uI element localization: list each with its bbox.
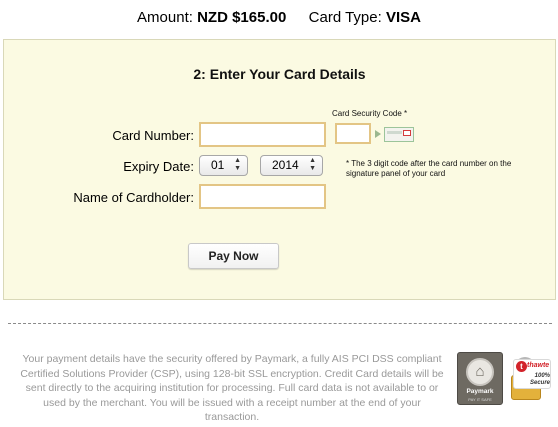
paymark-name: Paymark — [466, 388, 494, 395]
security-notice: Your payment details have the security o… — [20, 353, 444, 423]
card-security-code-label: Card Security Code * — [332, 109, 408, 118]
thawte-logo-icon: t — [516, 361, 527, 372]
card-type-value: VISA — [385, 9, 421, 26]
thawte-badge: t thawte 100% Secure — [513, 359, 551, 389]
paymark-tagline: PAY IT SAFE — [468, 397, 492, 402]
thawte-secure-text: 100% Secure — [529, 373, 550, 386]
amount-label: Amount: — [137, 9, 193, 26]
security-code-box — [403, 130, 411, 136]
card-security-code-input[interactable] — [335, 123, 371, 144]
amount-value: NZD $165.00 — [197, 9, 287, 26]
paymark-logo: ⌂ Paymark PAY IT SAFE — [457, 352, 503, 405]
dashed-divider — [8, 323, 552, 324]
csc-help-note: * The 3 digit code after the card number… — [346, 159, 512, 178]
card-back-icon — [384, 127, 414, 142]
up-down-chevron-icon: ▲ ▼ — [309, 157, 316, 172]
cardholder-name-input[interactable] — [199, 184, 326, 209]
card-number-input[interactable] — [199, 122, 326, 147]
panel-title: 2: Enter Your Card Details — [193, 66, 366, 82]
card-details-panel: 2: Enter Your Card Details Card Number: … — [3, 39, 556, 300]
card-type-label: Card Type: — [308, 9, 382, 26]
arrow-right-icon — [375, 130, 381, 138]
up-down-chevron-icon: ▲ ▼ — [234, 157, 241, 172]
expiry-month-value: 01 — [211, 158, 225, 172]
expiry-year-select[interactable]: 2014 ▲ ▼ — [260, 155, 323, 176]
expiry-year-value: 2014 — [272, 158, 299, 172]
cardholder-label: Name of Cardholder: — [73, 190, 194, 205]
expiry-month-select[interactable]: 01 ▲ ▼ — [199, 155, 248, 176]
payment-summary: Amount: NZD $165.00 Card Type: VISA — [0, 9, 558, 26]
paymark-lock-icon: ⌂ — [466, 358, 494, 386]
thawte-secure-seal: t thawte 100% Secure — [509, 357, 553, 403]
expiry-date-label: Expiry Date: — [123, 159, 194, 174]
card-number-label: Card Number: — [112, 128, 194, 143]
pay-now-button[interactable]: Pay Now — [188, 243, 279, 269]
thawte-name: thawte — [527, 362, 550, 369]
signature-strip — [387, 131, 402, 134]
